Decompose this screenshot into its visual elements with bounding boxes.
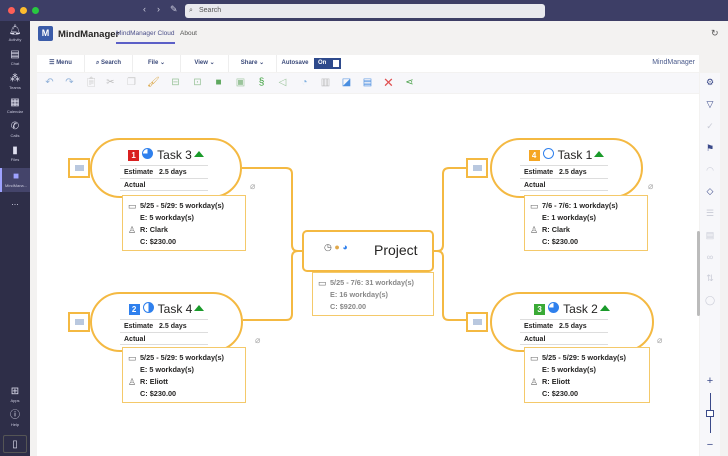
calendar-icon: ▭ [128, 353, 137, 363]
priority-badge: 1 [128, 150, 140, 161]
resource: R: Clark [140, 225, 168, 234]
project-title: Project [374, 242, 418, 258]
paperclip-icon[interactable]: ⌀ [657, 335, 662, 346]
progress-icon [142, 302, 154, 313]
task-node[interactable]: 1 Task 3 Estimate 2.5 days Actual [90, 138, 242, 198]
estimate-row: Estimate 2.5 days [520, 319, 608, 332]
estimate-label: Estimate [524, 169, 554, 176]
connector-task1 [434, 167, 466, 252]
priority-badge: 3 [534, 304, 546, 315]
progress-icon: ◕ [342, 242, 348, 252]
actual-label: Actual [524, 336, 546, 343]
task-details: ▭ 5/25 - 5/29: 5 workday(s) E: 5 workday(… [122, 195, 246, 251]
cost: C: $230.00 [140, 389, 177, 398]
actual-label: Actual [124, 336, 146, 343]
task-details: ▭ 5/25 - 5/29: 5 workday(s) E: 5 workday(… [122, 347, 246, 403]
task-title: Task 2 [563, 302, 598, 316]
effort: E: 5 workday(s) [542, 365, 596, 374]
status-arrow-up-icon [193, 151, 204, 157]
resource-icon: ● [334, 242, 340, 252]
estimate-row: Estimate 2.5 days [120, 165, 208, 178]
paperclip-icon[interactable]: ⌀ [648, 181, 653, 192]
effort: E: 5 workday(s) [140, 213, 194, 222]
task-title: Task 4 [157, 302, 193, 316]
dates: 7/6 - 7/6: 1 workday(s) [542, 201, 618, 210]
task-title: Task 3 [157, 148, 192, 162]
actual-row: Actual [520, 178, 608, 191]
effort: E: 5 workday(s) [140, 365, 194, 374]
project-status-icons: ◷ ● ◕ [324, 242, 348, 253]
estimate-label: Estimate [124, 323, 154, 330]
task-title-row: 2 Task 4 [92, 302, 241, 316]
person-icon: ♙ [530, 377, 539, 387]
task-node[interactable]: 3 Task 2 Estimate 2.5 days Actual [490, 292, 654, 352]
status-arrow-up-icon [599, 305, 610, 311]
estimate-value: 2.5 days [559, 169, 587, 176]
person-icon: ♙ [530, 225, 539, 235]
person-icon: ♙ [128, 225, 137, 235]
estimate-row: Estimate 2.5 days [120, 319, 208, 332]
status-arrow-up-icon [194, 305, 205, 311]
task-title-row: 4 Task 1 [492, 148, 641, 162]
task-title-row: 1 Task 3 [92, 148, 240, 162]
task-title: Task 1 [557, 148, 593, 162]
status-arrow-up-icon [594, 151, 605, 157]
dates: 5/25 - 5/29: 5 workday(s) [140, 353, 224, 362]
effort: E: 1 workday(s) [542, 213, 596, 222]
calendar-icon: ▭ [318, 278, 327, 288]
estimate-value: 2.5 days [559, 323, 587, 330]
project-node[interactable]: ◷ ● ◕ Project [302, 230, 434, 272]
progress-icon [548, 302, 560, 313]
actual-row: Actual [520, 332, 608, 345]
clock-icon: ◷ [324, 242, 332, 252]
calendar-icon: ▭ [128, 201, 137, 211]
resource: R: Eliott [140, 377, 168, 386]
effort: E: 16 workday(s) [330, 290, 388, 299]
cost: C: $230.00 [542, 237, 579, 246]
dates: 5/25 - 5/29: 5 workday(s) [140, 201, 224, 210]
task-node[interactable]: 2 Task 4 Estimate 2.5 days Actual [90, 292, 243, 352]
dates: 5/25 - 7/6: 31 workday(s) [330, 278, 414, 287]
actual-label: Actual [524, 182, 546, 189]
cost: C: $920.00 [330, 302, 367, 311]
progress-icon [142, 148, 154, 159]
task-title-row: 3 Task 2 [492, 302, 652, 316]
task-details: ▭ 5/25 - 5/29: 5 workday(s) E: 5 workday(… [524, 347, 650, 403]
resource: R: Eliott [542, 377, 570, 386]
calendar-icon: ▭ [530, 353, 539, 363]
connector-task4 [243, 250, 299, 321]
topic-image[interactable] [68, 158, 90, 178]
topic-image[interactable] [466, 312, 488, 332]
priority-badge: 2 [128, 304, 140, 315]
cost: C: $230.00 [140, 237, 177, 246]
estimate-label: Estimate [124, 169, 154, 176]
paperclip-icon[interactable]: ⌀ [255, 335, 260, 346]
person-icon: ♙ [128, 377, 137, 387]
cost: C: $230.00 [542, 389, 579, 398]
connector-task2 [436, 250, 466, 321]
task-details: ▭ 7/6 - 7/6: 1 workday(s) E: 1 workday(s)… [524, 195, 648, 251]
actual-row: Actual [120, 332, 208, 345]
actual-row: Actual [120, 178, 208, 191]
priority-badge: 4 [528, 150, 540, 161]
topic-image[interactable] [68, 312, 90, 332]
topic-image[interactable] [466, 158, 488, 178]
resource: R: Clark [542, 225, 570, 234]
paperclip-icon[interactable]: ⌀ [250, 181, 255, 192]
estimate-label: Estimate [524, 323, 554, 330]
estimate-row: Estimate 2.5 days [520, 165, 608, 178]
estimate-value: 2.5 days [159, 323, 187, 330]
actual-label: Actual [124, 182, 146, 189]
dates: 5/25 - 5/29: 5 workday(s) [542, 353, 626, 362]
estimate-value: 2.5 days [159, 169, 187, 176]
task-node[interactable]: 4 Task 1 Estimate 2.5 days Actual [490, 138, 643, 198]
calendar-icon: ▭ [530, 201, 539, 211]
progress-icon [542, 148, 554, 159]
project-details: ▭ 5/25 - 7/6: 31 workday(s) E: 16 workday… [312, 272, 434, 316]
